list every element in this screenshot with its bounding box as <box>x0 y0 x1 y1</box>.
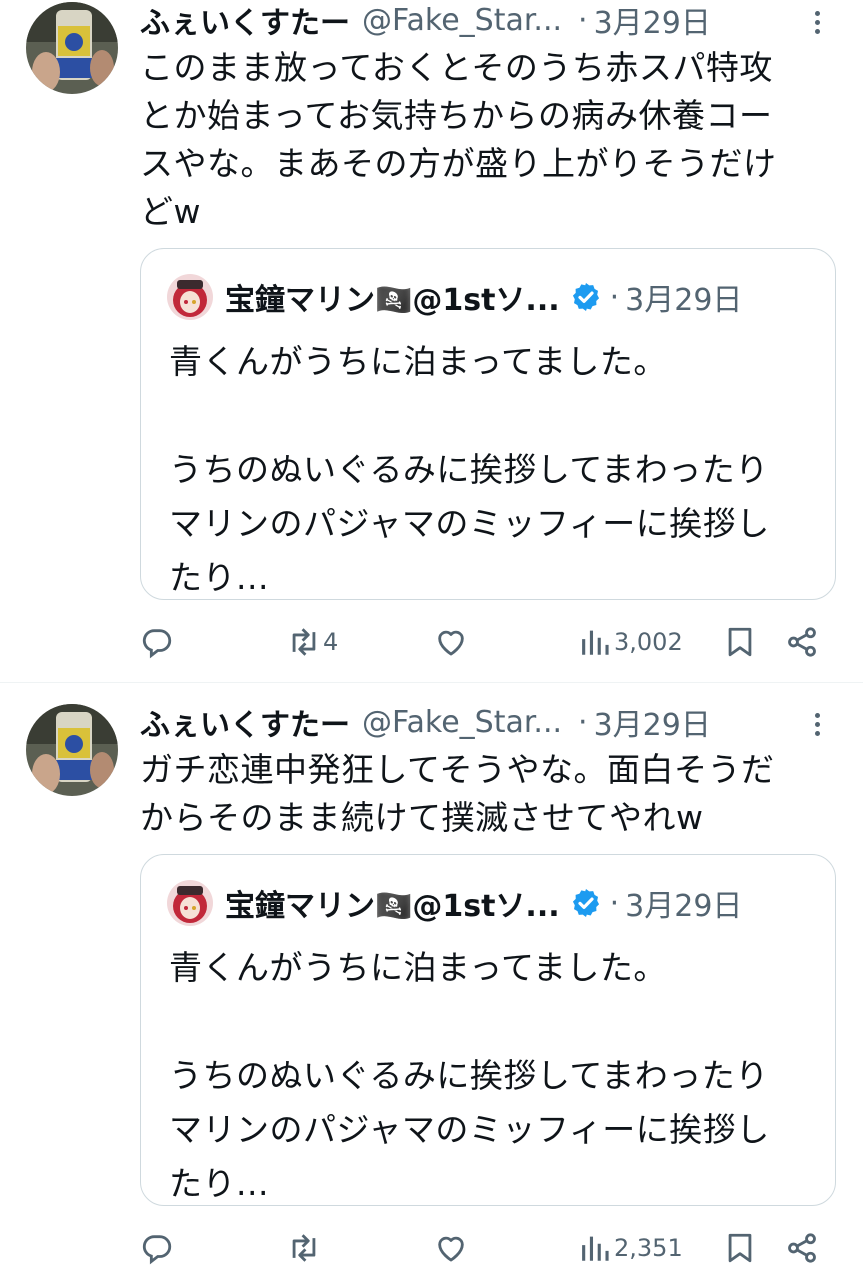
quoted-author-avatar <box>167 880 213 926</box>
author-handle[interactable]: @Fake_Star... <box>362 3 562 38</box>
share-button[interactable] <box>785 622 819 662</box>
retweet-count: 4 <box>323 628 339 656</box>
author-name[interactable]: ふぇいくすたー <box>140 700 350 744</box>
retweet-icon <box>292 628 316 656</box>
author-name[interactable]: ふぇいくすたー <box>140 0 350 42</box>
quoted-tweet[interactable]: 宝鐘マリン🏴‍☠️@1stソ... · 3月29日 青くんがうちに泊まってました… <box>140 854 836 1206</box>
quoted-text: 青くんがうちに泊まってました。 うちのぬいぐるみに挨拶してまわったり マリンのパ… <box>169 342 770 597</box>
tweet-text: ガチ恋連中発狂してそうやな。面白そうだ からそのまま続けて撲滅させてやれw <box>140 750 775 837</box>
quoted-author-name: 宝鐘マリン🏴‍☠️@1stソ... <box>225 889 560 924</box>
tweet[interactable]: ふぇいくすたー @Fake_Star... · 3月29日 ガチ恋連中発狂してそ… <box>0 702 863 1280</box>
more-icon[interactable] <box>808 2 828 42</box>
quoted-header: 宝鐘マリン🏴‍☠️@1stソ... · 3月29日 <box>225 277 743 319</box>
share-icon <box>788 1233 816 1263</box>
retweet-button[interactable]: 4 <box>287 622 338 662</box>
views-count: 3,002 <box>614 628 683 656</box>
more-icon[interactable] <box>808 704 828 744</box>
quoted-text: 青くんがうちに泊まってました。 うちのぬいぐるみに挨拶してまわったり マリンのパ… <box>169 948 770 1203</box>
retweet-button[interactable] <box>287 1228 323 1268</box>
views-count: 2,351 <box>614 1234 683 1262</box>
like-icon <box>438 630 464 656</box>
views-button[interactable]: 2,351 <box>578 1228 683 1268</box>
tweet-date[interactable]: 3月29日 <box>594 0 711 42</box>
views-icon <box>582 1236 609 1261</box>
quoted-author-avatar <box>167 274 213 320</box>
verified-badge-icon <box>572 283 599 311</box>
quoted-tweet[interactable]: 宝鐘マリン🏴‍☠️@1stソ... · 3月29日 青くんがうちに泊まってました… <box>140 248 836 600</box>
like-icon <box>438 1236 464 1262</box>
share-icon <box>788 627 816 657</box>
retweet-icon <box>292 1234 316 1262</box>
separator-dot: · <box>609 279 620 315</box>
tweet-divider <box>0 682 863 683</box>
separator-dot: · <box>609 885 620 921</box>
separator-dot: · <box>578 704 588 740</box>
reply-icon <box>142 1235 172 1265</box>
author-handle[interactable]: @Fake_Star... <box>362 705 562 740</box>
quoted-date: 3月29日 <box>625 889 743 924</box>
like-button[interactable] <box>434 1228 470 1268</box>
quoted-header: 宝鐘マリン🏴‍☠️@1stソ... · 3月29日 <box>225 883 743 925</box>
like-button[interactable] <box>434 622 470 662</box>
author-avatar[interactable] <box>26 704 118 796</box>
share-button[interactable] <box>785 1228 819 1268</box>
author-avatar[interactable] <box>26 2 118 94</box>
tweet-header: ふぇいくすたー @Fake_Star... · 3月29日 <box>140 0 711 42</box>
bookmark-button[interactable] <box>723 622 757 662</box>
quoted-author-name: 宝鐘マリン🏴‍☠️@1stソ... <box>225 283 560 318</box>
verified-badge-icon <box>572 889 599 917</box>
tweet-date[interactable]: 3月29日 <box>594 700 711 744</box>
bookmark-button[interactable] <box>723 1228 757 1268</box>
reply-icon <box>142 629 172 659</box>
tweet-header: ふぇいくすたー @Fake_Star... · 3月29日 <box>140 700 711 744</box>
quoted-date: 3月29日 <box>625 283 743 318</box>
separator-dot: · <box>578 2 588 38</box>
reply-button[interactable] <box>140 1228 176 1268</box>
reply-button[interactable] <box>140 622 176 662</box>
views-icon <box>582 630 609 655</box>
views-button[interactable]: 3,002 <box>578 622 683 662</box>
tweet-text: このまま放っておくとそのうち赤スパ特攻 とか始まってお気持ちからの病み休養コー … <box>140 48 777 231</box>
bookmark-icon <box>728 1233 752 1263</box>
bookmark-icon <box>728 627 752 657</box>
tweet[interactable]: ふぇいくすたー @Fake_Star... · 3月29日 このまま放っておくと… <box>0 0 863 680</box>
